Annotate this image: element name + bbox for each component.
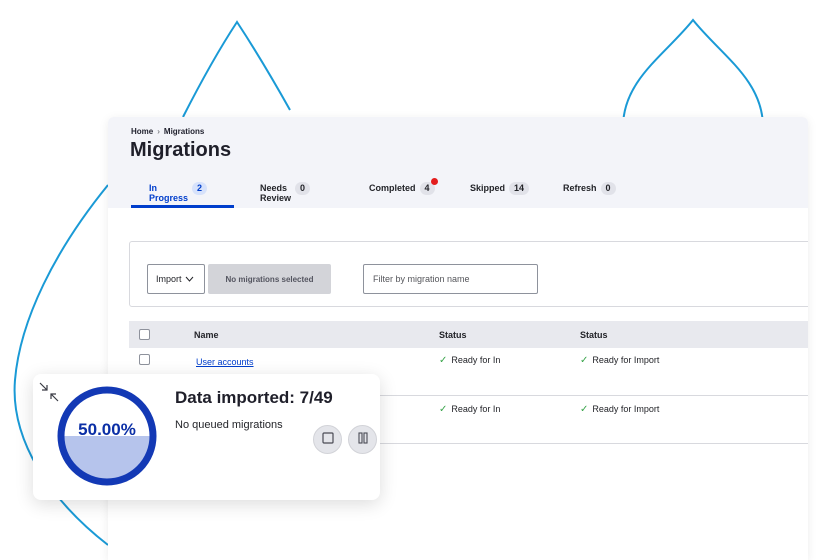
chevron-down-icon — [185, 274, 194, 284]
screen: Home › Migrations Migrations In Progress 2… — [0, 0, 840, 560]
count-badge: 0 — [295, 182, 311, 195]
select-all-checkbox[interactable] — [139, 329, 150, 340]
status-text: Ready for Import — [592, 355, 660, 365]
count-badge: 2 — [192, 182, 208, 195]
breadcrumb-home-link[interactable]: Home — [131, 127, 153, 136]
column-header-status: Status — [439, 330, 467, 340]
status-text: Ready for In — [451, 404, 501, 414]
tab-label: Needs Review — [260, 183, 292, 203]
tab-label: Completed — [369, 183, 416, 193]
tab-refresh[interactable]: Refresh 0 — [563, 182, 616, 208]
pause-button[interactable] — [348, 425, 377, 454]
bulk-action-button[interactable]: No migrations selected — [208, 264, 331, 294]
widget-title: Data imported: 7/49 — [175, 388, 333, 407]
status-text: Ready for Import — [592, 404, 660, 414]
check-icon: ✓ — [580, 355, 589, 366]
migration-name-link[interactable]: User accounts — [196, 357, 254, 367]
widget-subtitle: No queued migrations — [175, 419, 283, 431]
breadcrumb-current: Migrations — [163, 127, 205, 136]
count-badge: 0 — [600, 182, 616, 195]
status-cell: ✓ Ready for Import — [580, 355, 659, 366]
check-icon: ✓ — [580, 404, 589, 415]
tab-label: Skipped — [470, 183, 506, 193]
status-cell: ✓ Ready for Import — [580, 404, 659, 415]
page-title: Migrations — [130, 139, 232, 161]
tab-in-progress[interactable]: In Progress 2 — [131, 182, 234, 208]
column-header-status: Status — [580, 330, 608, 340]
alert-dot — [431, 178, 438, 185]
tab-label: Refresh — [563, 183, 597, 193]
filter-input[interactable]: Filter by migration name — [363, 264, 538, 294]
check-icon: ✓ — [439, 404, 448, 415]
check-icon: ✓ — [439, 355, 448, 366]
stop-icon — [321, 431, 334, 449]
status-text: Ready for In — [451, 355, 501, 365]
active-tab-indicator — [131, 205, 234, 208]
import-progress-widget: 50.00% Data imported: 7/49 No queued mig… — [33, 374, 380, 500]
breadcrumb: Home › Migrations — [131, 127, 204, 136]
stop-button[interactable] — [313, 425, 342, 454]
page-header: Home › Migrations Migrations In Progress 2… — [108, 117, 808, 208]
count-badge: 14 — [509, 182, 530, 195]
tab-completed[interactable]: Completed 4 — [369, 178, 438, 208]
tab-needs-review[interactable]: Needs Review 0 — [260, 182, 311, 208]
tab-label: In Progress — [149, 183, 189, 203]
status-cell: ✓ Ready for In — [439, 404, 500, 415]
filter-toolbar: Import No migrations selected Filter by … — [129, 241, 808, 307]
pause-icon — [357, 431, 369, 449]
table-header: Name Status Status — [129, 321, 808, 348]
action-select-value: Import — [156, 274, 182, 284]
column-header-name: Name — [194, 330, 219, 340]
progress-percent: 50.00% — [78, 420, 136, 439]
action-select[interactable]: Import — [147, 264, 205, 294]
row-checkbox[interactable] — [139, 354, 150, 365]
tab-skipped[interactable]: Skipped 14 — [470, 182, 530, 208]
breadcrumb-separator: › — [157, 127, 160, 136]
status-cell: ✓ Ready for In — [439, 355, 500, 366]
